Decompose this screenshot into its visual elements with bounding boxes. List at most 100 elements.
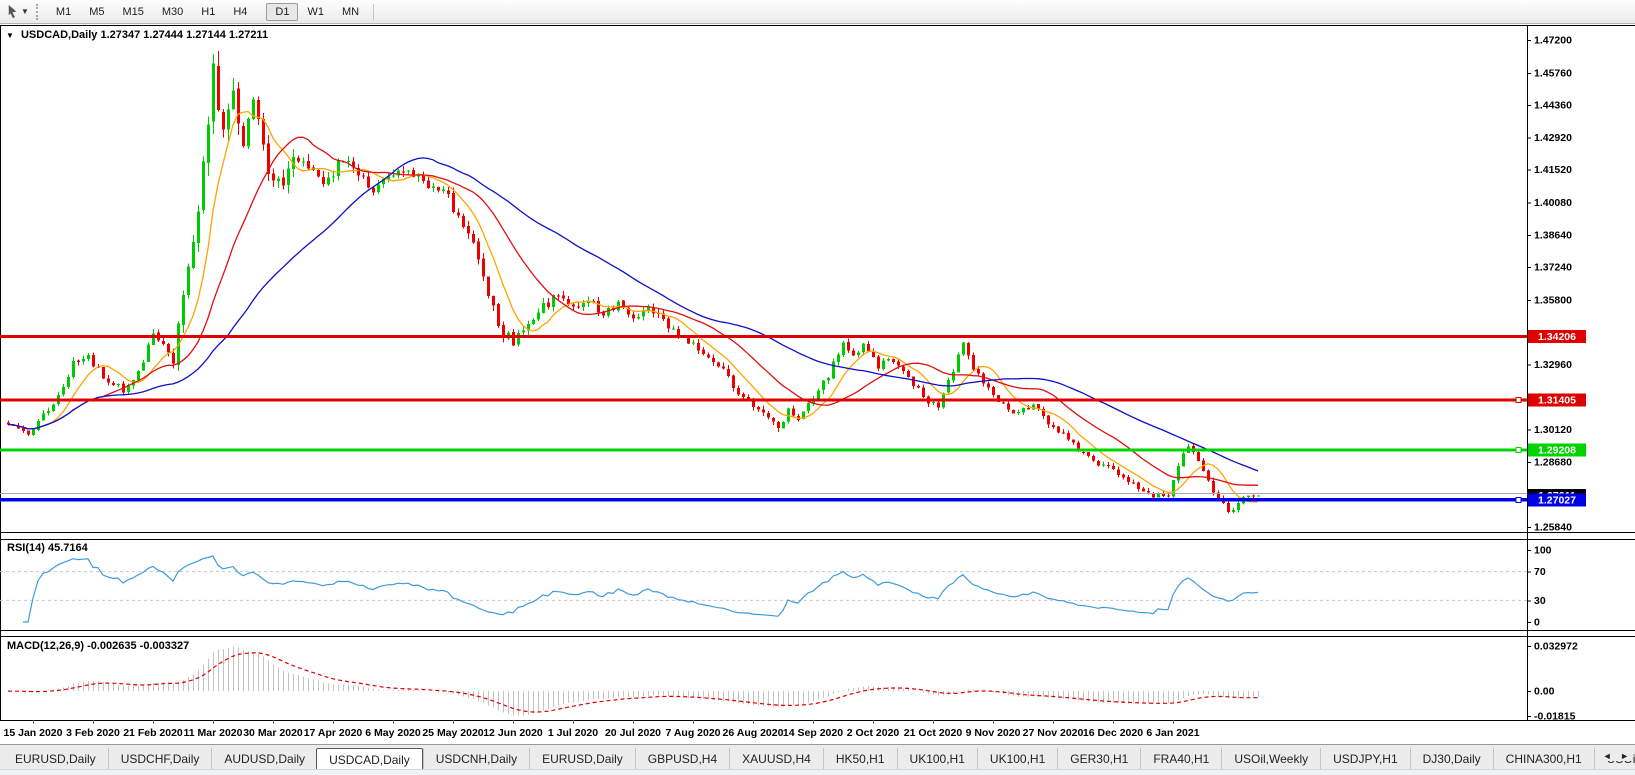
timeframe-button-W1[interactable]: W1 bbox=[298, 3, 333, 21]
tab-usdjpy-h1[interactable]: USDJPY,H1 bbox=[1320, 748, 1409, 770]
timeframe-toolbar: ▼ M1M5M15M30H1H4 D1W1MN bbox=[0, 0, 1635, 24]
chart-tab-bar: EURUSD,DailyUSDCHF,DailyAUDUSD,DailyUSDC… bbox=[0, 744, 1635, 775]
timeframe-button-D1[interactable]: D1 bbox=[266, 3, 298, 21]
collapse-triangle-icon[interactable]: ▼ bbox=[6, 31, 14, 40]
svg-text:30: 30 bbox=[1534, 595, 1546, 607]
svg-text:27 Nov 2020: 27 Nov 2020 bbox=[1023, 727, 1084, 739]
timeframe-button-M5[interactable]: M5 bbox=[80, 3, 113, 21]
chart-quote-line: ▼ USDCAD,Daily 1.27347 1.27444 1.27144 1… bbox=[6, 29, 268, 41]
tab-gbpusd-h4[interactable]: GBPUSD,H4 bbox=[635, 748, 729, 770]
svg-text:1.42920: 1.42920 bbox=[1534, 132, 1572, 144]
moving-averages bbox=[8, 112, 1258, 502]
svg-text:100: 100 bbox=[1534, 545, 1552, 557]
tab-audusd-daily[interactable]: AUDUSD,Daily bbox=[211, 748, 317, 770]
macd-indicator-label: MACD(12,26,9) -0.002635 -0.003327 bbox=[7, 640, 189, 652]
svg-text:0: 0 bbox=[1534, 617, 1540, 629]
svg-text:1.31405: 1.31405 bbox=[1538, 395, 1576, 407]
chevron-down-icon[interactable]: ▼ bbox=[21, 7, 29, 16]
timeframe-buttons: M1M5M15M30H1H4 D1W1MN bbox=[47, 6, 368, 18]
macd-pane: 0.032972 0.00 -0.01815 bbox=[8, 641, 1578, 723]
svg-text:11 Mar 2020: 11 Mar 2020 bbox=[184, 727, 243, 739]
time-axis: 15 Jan 20203 Feb 202021 Feb 202011 Mar 2… bbox=[4, 720, 1200, 739]
tab-china300-h1[interactable]: CHINA300,H1 bbox=[1493, 748, 1594, 770]
tab-eurusd-daily[interactable]: EURUSD,Daily bbox=[529, 748, 635, 770]
svg-text:1.25840: 1.25840 bbox=[1534, 521, 1572, 533]
tab-xauusd-h4[interactable]: XAUUSD,H4 bbox=[729, 748, 823, 770]
toolbar-separator bbox=[373, 4, 374, 20]
svg-text:1.32960: 1.32960 bbox=[1534, 359, 1572, 371]
tab-scroll-arrows: ◄ ► bbox=[1596, 751, 1632, 761]
chart-canvas[interactable]: 1.472001.457601.443601.429201.415201.400… bbox=[0, 0, 1635, 744]
svg-text:1.38640: 1.38640 bbox=[1534, 230, 1572, 242]
svg-text:6 May 2020: 6 May 2020 bbox=[365, 727, 421, 739]
tab-usdcnh-daily[interactable]: USDCNH,Daily bbox=[423, 748, 529, 770]
svg-text:21 Oct 2020: 21 Oct 2020 bbox=[904, 727, 963, 739]
timeframe-button-M15[interactable]: M15 bbox=[113, 3, 152, 21]
svg-text:1.27027: 1.27027 bbox=[1538, 494, 1576, 506]
svg-text:15 Jan 2020: 15 Jan 2020 bbox=[4, 727, 63, 739]
svg-text:70: 70 bbox=[1534, 566, 1546, 578]
timeframe-button-M30[interactable]: M30 bbox=[153, 3, 192, 21]
svg-text:16 Dec 2020: 16 Dec 2020 bbox=[1083, 727, 1143, 739]
line-handle bbox=[1516, 448, 1521, 453]
symbol-title: USDCAD,Daily bbox=[21, 29, 97, 41]
tab-ger30-h1[interactable]: GER30,H1 bbox=[1057, 748, 1140, 770]
line-handle bbox=[1516, 398, 1521, 403]
cursor-arrow-icon bbox=[5, 4, 20, 19]
ma-line-8 bbox=[8, 112, 1258, 502]
svg-text:1.30120: 1.30120 bbox=[1534, 424, 1572, 436]
chart-tabs: EURUSD,DailyUSDCHF,DailyAUDUSD,DailyUSDC… bbox=[0, 745, 1635, 770]
svg-text:3 Feb 2020: 3 Feb 2020 bbox=[66, 727, 120, 739]
tab-usdcad-daily[interactable]: USDCAD,Daily bbox=[316, 748, 423, 770]
pane-borders bbox=[0, 25, 1635, 721]
svg-text:14 Sep 2020: 14 Sep 2020 bbox=[783, 727, 843, 739]
svg-text:1.28680: 1.28680 bbox=[1534, 457, 1572, 469]
tab-hk50-h1[interactable]: HK50,H1 bbox=[823, 748, 897, 770]
svg-text:26 Aug 2020: 26 Aug 2020 bbox=[723, 727, 784, 739]
trading-terminal-window: ▼ M1M5M15M30H1H4D1W1MN 1.472001.457601.4… bbox=[0, 0, 1635, 775]
svg-text:1.45760: 1.45760 bbox=[1534, 67, 1572, 79]
tab-scroll-left-icon[interactable]: ◄ bbox=[1603, 751, 1612, 761]
svg-text:1.37240: 1.37240 bbox=[1534, 262, 1572, 274]
svg-text:1.29208: 1.29208 bbox=[1538, 445, 1576, 457]
svg-text:1.44360: 1.44360 bbox=[1534, 99, 1572, 111]
timeframe-button-H4[interactable]: H4 bbox=[224, 3, 256, 21]
ohlc-values: 1.27347 1.27444 1.27144 1.27211 bbox=[100, 29, 268, 41]
rsi-indicator-label: RSI(14) 45.7164 bbox=[7, 542, 88, 554]
svg-text:1.41520: 1.41520 bbox=[1534, 164, 1572, 176]
rsi-pane: 100 70 30 0 bbox=[0, 545, 1552, 629]
price-axis: 1.472001.457601.443601.429201.415201.400… bbox=[1527, 35, 1586, 534]
svg-text:0.00: 0.00 bbox=[1534, 686, 1555, 698]
tab-fra40-h1[interactable]: FRA40,H1 bbox=[1140, 748, 1221, 770]
tab-uk100-h1[interactable]: UK100,H1 bbox=[897, 748, 977, 770]
svg-text:1 Jul 2020: 1 Jul 2020 bbox=[548, 727, 598, 739]
svg-text:1.40080: 1.40080 bbox=[1534, 197, 1572, 209]
timeframe-button-MN[interactable]: MN bbox=[333, 3, 368, 21]
line-handle bbox=[1516, 497, 1521, 502]
tab-usoil-weekly[interactable]: USOil,Weekly bbox=[1221, 748, 1320, 770]
timeframe-button-M1[interactable]: M1 bbox=[47, 3, 80, 21]
svg-text:0.032972: 0.032972 bbox=[1534, 641, 1578, 653]
rsi-line bbox=[23, 556, 1258, 622]
svg-text:30 Mar 2020: 30 Mar 2020 bbox=[243, 727, 303, 739]
tab-uk100-h1[interactable]: UK100,H1 bbox=[977, 748, 1057, 770]
tab-eurusd-daily[interactable]: EURUSD,Daily bbox=[3, 748, 108, 770]
timeframe-button-H1[interactable]: H1 bbox=[192, 3, 224, 21]
svg-text:20 Jul 2020: 20 Jul 2020 bbox=[605, 727, 661, 739]
svg-text:25 May 2020: 25 May 2020 bbox=[422, 727, 483, 739]
svg-text:-0.01815: -0.01815 bbox=[1534, 711, 1576, 723]
window-bottom-strip bbox=[0, 769, 1635, 775]
svg-text:7 Aug 2020: 7 Aug 2020 bbox=[665, 727, 720, 739]
svg-text:2 Oct 2020: 2 Oct 2020 bbox=[847, 727, 900, 739]
tab-dj30-daily[interactable]: DJ30,Daily bbox=[1410, 748, 1493, 770]
macd-signal-line bbox=[8, 653, 1258, 712]
candlesticks bbox=[7, 51, 1260, 514]
tab-usdchf-daily[interactable]: USDCHF,Daily bbox=[108, 748, 212, 770]
horizontal-lines bbox=[0, 336, 1527, 502]
toolbar-grip[interactable] bbox=[36, 4, 40, 20]
svg-text:6 Jan 2021: 6 Jan 2021 bbox=[1146, 727, 1199, 739]
tab-scroll-right-icon[interactable]: ► bbox=[1620, 751, 1629, 761]
svg-text:21 Feb 2020: 21 Feb 2020 bbox=[123, 727, 183, 739]
cursor-tool-icon[interactable] bbox=[5, 4, 20, 19]
svg-text:1.35800: 1.35800 bbox=[1534, 294, 1572, 306]
